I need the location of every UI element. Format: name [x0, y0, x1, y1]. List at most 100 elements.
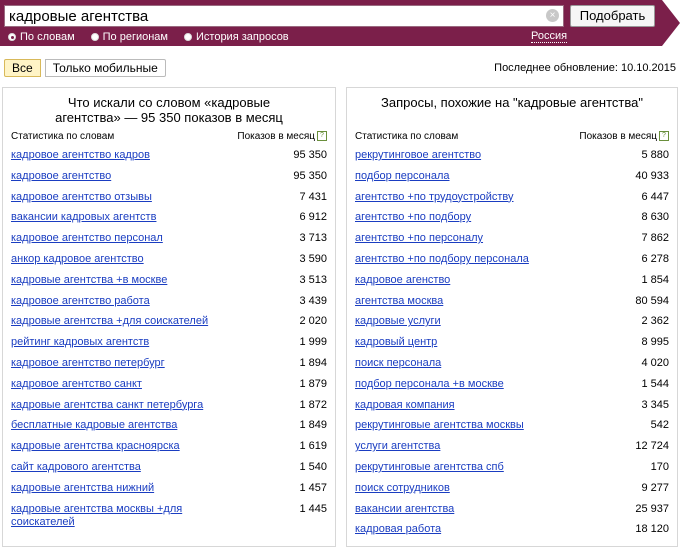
- list-item: агентство +по подбору 8 630: [355, 211, 669, 232]
- radio-icon: [184, 33, 192, 41]
- impressions-count: 1 849: [299, 419, 327, 432]
- list-item: рейтинг кадровых агентств 1 999: [11, 336, 327, 357]
- list-item: кадровое агентство кадров 95 350: [11, 149, 327, 170]
- words-panel-title: Что искали со словом «кадровые агентства…: [55, 95, 283, 125]
- keyword-link[interactable]: агентство +по персоналу: [355, 232, 483, 245]
- impressions-count: 2 020: [299, 315, 327, 328]
- keyword-link[interactable]: подбор персонала: [355, 170, 450, 183]
- list-item: анкор кадровое агентство 3 590: [11, 253, 327, 274]
- keyword-link[interactable]: сайт кадрового агентства: [11, 461, 141, 474]
- mode-by-regions[interactable]: По регионам: [90, 30, 168, 44]
- clear-icon[interactable]: ×: [546, 9, 559, 22]
- submit-button[interactable]: Подобрать: [570, 5, 655, 27]
- impressions-count: 40 933: [635, 169, 669, 182]
- keyword-link[interactable]: вакансии агентства: [355, 503, 454, 516]
- keyword-link[interactable]: кадровые агентства красноярска: [11, 440, 180, 453]
- keyword-link[interactable]: подбор персонала +в москве: [355, 378, 504, 391]
- keyword-link[interactable]: кадровое агентство персонал: [11, 232, 163, 245]
- keyword-link[interactable]: кадровое агентство отзывы: [11, 191, 152, 204]
- impressions-count: 1 544: [641, 377, 669, 390]
- list-item: агентство +по трудоустройству 6 447: [355, 191, 669, 212]
- header-count: Показов в месяц?: [579, 131, 669, 142]
- top-search-bar: × Подобрать По словам По регионам Истори…: [0, 0, 680, 46]
- keyword-link[interactable]: кадровые агентства нижний: [11, 482, 154, 495]
- keyword-link[interactable]: поиск сотрудников: [355, 482, 450, 495]
- keyword-link[interactable]: кадровые агентства москвы +для соискател…: [11, 503, 211, 529]
- impressions-count: 8 995: [641, 336, 669, 349]
- words-panel: Что искали со словом «кадровые агентства…: [2, 87, 336, 547]
- keyword-link[interactable]: поиск персонала: [355, 357, 441, 370]
- similar-list: рекрутинговое агентство 5 880 подбор персо…: [355, 149, 669, 544]
- list-item: сайт кадрового агентства 1 540: [11, 461, 327, 482]
- search-input[interactable]: [9, 7, 539, 25]
- keyword-link[interactable]: кадровое агентство санкт: [11, 378, 142, 391]
- list-item: кадровое агентство отзывы 7 431: [11, 191, 327, 212]
- mode-by-words[interactable]: По словам: [8, 30, 75, 44]
- keyword-link[interactable]: кадровый центр: [355, 336, 437, 349]
- filter-mobile-button[interactable]: Только мобильные: [44, 59, 166, 77]
- keyword-link[interactable]: рекрутинговые агентства москвы: [355, 419, 524, 432]
- list-item: кадровое агентство персонал 3 713: [11, 232, 327, 253]
- impressions-count: 95 350: [293, 149, 327, 161]
- filter-all-button[interactable]: Все: [4, 59, 41, 77]
- keyword-link[interactable]: кадровая работа: [355, 523, 441, 536]
- keyword-link[interactable]: кадровые агентства +для соискателей: [11, 315, 208, 328]
- help-icon[interactable]: ?: [659, 131, 669, 142]
- keyword-link[interactable]: кадровые агентства +в москве: [11, 274, 167, 287]
- list-item: вакансии кадровых агентств 6 912: [11, 211, 327, 232]
- mode-history[interactable]: История запросов: [184, 30, 289, 44]
- keyword-link[interactable]: услуги агентства: [355, 440, 440, 453]
- keyword-link[interactable]: анкор кадровое агентство: [11, 253, 144, 266]
- list-item: кадровый центр 8 995: [355, 336, 669, 357]
- keyword-link[interactable]: кадровые услуги: [355, 315, 441, 328]
- last-updated: Последнее обновление: 10.10.2015: [494, 62, 676, 74]
- impressions-count: 2 362: [641, 315, 669, 328]
- region-link[interactable]: Россия: [531, 30, 568, 43]
- keyword-link[interactable]: рекрутинговое агентство: [355, 149, 481, 162]
- radio-icon: [90, 33, 99, 41]
- list-item: кадровое агенство 1 854: [355, 274, 669, 295]
- list-item: подбор персонала +в москве 1 544: [355, 378, 669, 399]
- keyword-link[interactable]: бесплатные кадровые агентства: [11, 419, 177, 432]
- keyword-link[interactable]: вакансии кадровых агентств: [11, 211, 156, 224]
- list-item: кадровая работа 18 120: [355, 523, 669, 544]
- words-column-header: Статистика по словам Показов в месяц?: [11, 131, 327, 145]
- impressions-count: 542: [650, 419, 669, 432]
- impressions-count: 3 439: [299, 294, 327, 307]
- list-item: поиск сотрудников 9 277: [355, 482, 669, 503]
- keyword-link[interactable]: кадровое агентство работа: [11, 295, 150, 308]
- impressions-count: 80 594: [635, 294, 669, 307]
- help-icon[interactable]: ?: [317, 131, 327, 142]
- impressions-count: 1 457: [299, 481, 327, 494]
- list-item: подбор персонала 40 933: [355, 170, 669, 191]
- list-item: кадровые агентства нижний 1 457: [11, 482, 327, 503]
- keyword-link[interactable]: кадровая компания: [355, 399, 455, 412]
- list-item: кадровое агентство петербург 1 894: [11, 357, 327, 378]
- impressions-count: 1 894: [299, 356, 327, 369]
- list-item: поиск персонала 4 020: [355, 357, 669, 378]
- keyword-link[interactable]: кадровое агентство: [11, 170, 111, 183]
- impressions-count: 95 350: [293, 169, 327, 182]
- search-box[interactable]: ×: [4, 5, 564, 27]
- keyword-link[interactable]: агентство +по трудоустройству: [355, 191, 514, 204]
- keyword-link[interactable]: кадровые агентства санкт петербурга: [11, 399, 203, 412]
- list-item: кадровая компания 3 345: [355, 399, 669, 420]
- radio-icon: [8, 33, 16, 41]
- keyword-link[interactable]: агентство +по подбору: [355, 211, 471, 224]
- impressions-count: 6 447: [641, 190, 669, 203]
- impressions-count: 7 862: [641, 232, 669, 245]
- keyword-link[interactable]: кадровое агентство кадров: [11, 149, 150, 162]
- list-item: услуги агентства 12 724: [355, 440, 669, 461]
- similar-panel-title: Запросы, похожие на "кадровые агентства": [381, 95, 643, 110]
- mode-label: История запросов: [196, 31, 289, 43]
- keyword-link[interactable]: рекрутинговые агентства спб: [355, 461, 504, 474]
- list-item: агентство +по персоналу 7 862: [355, 232, 669, 253]
- list-item: агентства москва 80 594: [355, 295, 669, 316]
- keyword-link[interactable]: кадровое агенство: [355, 274, 450, 287]
- keyword-link[interactable]: рейтинг кадровых агентств: [11, 336, 149, 349]
- keyword-link[interactable]: агентства москва: [355, 295, 443, 308]
- keyword-link[interactable]: агентство +по подбору персонала: [355, 253, 529, 266]
- keyword-link[interactable]: кадровое агентство петербург: [11, 357, 165, 370]
- list-item: кадровые агентства красноярска 1 619: [11, 440, 327, 461]
- header-count-label: Показов в месяц: [237, 131, 315, 142]
